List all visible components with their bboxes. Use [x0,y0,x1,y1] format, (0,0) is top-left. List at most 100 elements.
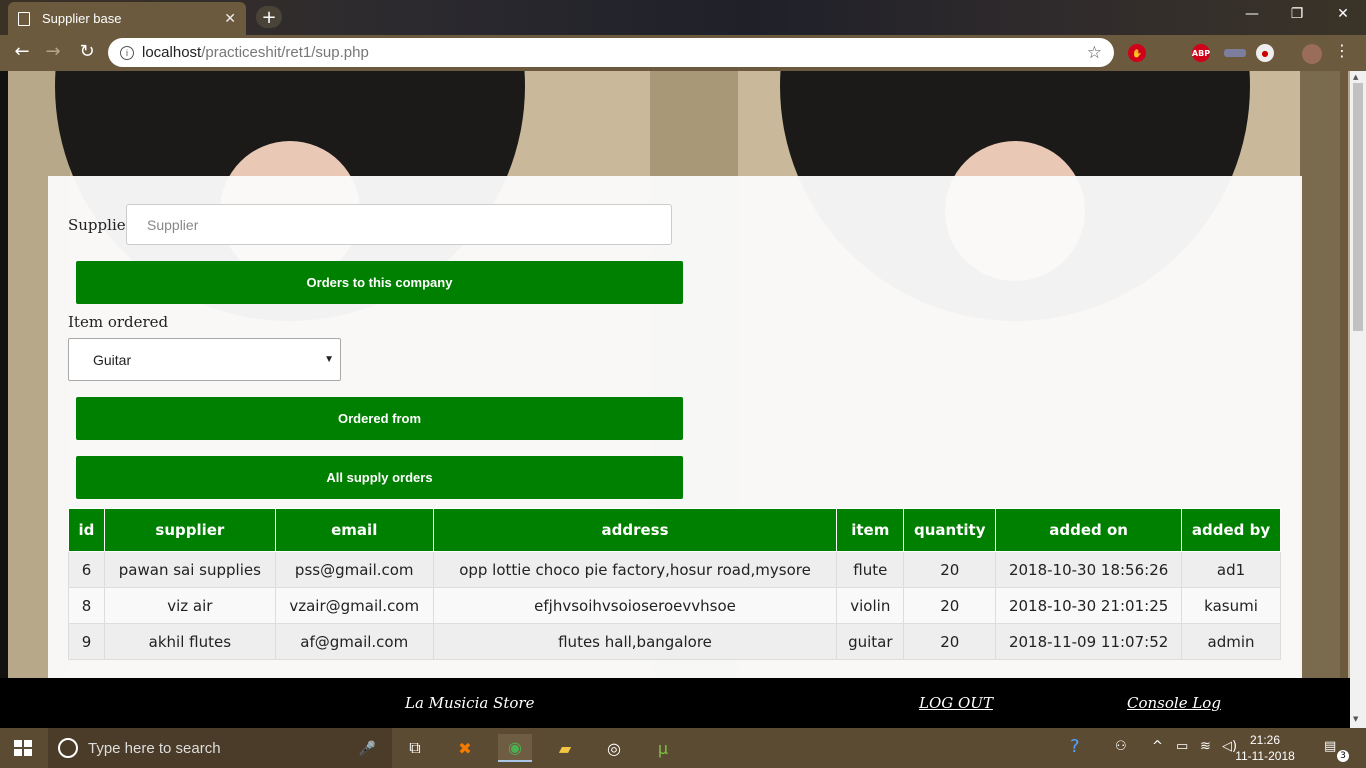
orders-to-company-button[interactable]: Orders to this company [76,261,683,304]
battery-icon[interactable]: ▭ [1176,739,1188,754]
page-icon [18,11,30,26]
menu-kebab-icon[interactable]: ⋮ [1330,41,1354,60]
cell-added-on: 2018-10-30 18:56:26 [995,551,1183,588]
wifi-icon[interactable]: ≋ [1200,739,1211,754]
cell-address: efjhvsoihvsoioseroevvhsoe [432,587,838,624]
windows-start-icon[interactable] [14,740,32,756]
browser-tab-strip: Supplier base ✕ + — ❐ ✕ [0,0,1366,35]
all-supply-orders-button[interactable]: All supply orders [76,456,683,499]
table-header-row: id supplier email address item quantity … [68,508,1281,552]
utorrent-icon[interactable]: μ [646,734,680,762]
windows-taskbar: Type here to search 🎤 ⧉ ✖ ◉ ▰ ◎ μ ? ⚇ ^ … [0,728,1366,768]
browser-tab[interactable]: Supplier base ✕ [8,2,246,35]
back-icon[interactable]: ← [10,41,34,62]
cell-address: flutes hall,bangalore [432,623,838,660]
col-added-on: added on [995,508,1183,552]
cell-supplier: viz air [103,587,276,624]
scroll-up-icon[interactable]: ▲ [1353,73,1358,81]
cell-email: vzair@gmail.com [274,587,434,624]
reload-icon[interactable]: ↻ [75,41,99,62]
cell-added-by: kasumi [1181,587,1281,624]
browser-toolbar: ← → ↻ i localhost/practiceshit/ret1/sup.… [0,35,1366,71]
console-log-link[interactable]: Console Log [1127,694,1221,712]
minimize-icon[interactable]: — [1229,6,1275,22]
col-quantity: quantity [903,508,997,552]
supplier-input[interactable] [126,204,672,245]
people-icon[interactable]: ⚇ [1115,739,1127,754]
item-select[interactable]: Guitar ▼ [68,338,341,381]
tray-chevron-icon[interactable]: ^ [1152,739,1163,754]
cell-quantity: 20 [903,623,997,660]
help-icon[interactable]: ? [1070,736,1080,757]
taskbar-search-placeholder: Type here to search [88,739,221,757]
cortana-icon [58,738,78,758]
xampp-icon[interactable]: ✖ [448,734,482,762]
cell-address: opp lottie choco pie factory,hosur road,… [432,551,838,588]
cell-quantity: 20 [903,587,997,624]
cell-item: violin [836,587,905,624]
url-host: localhost [142,44,202,61]
supplier-panel: Supplier Orders to this company Item ord… [48,176,1302,678]
tab-title: Supplier base [42,11,122,26]
col-item: item [836,508,905,552]
file-explorer-icon[interactable]: ▰ [548,734,582,762]
cell-supplier: pawan sai supplies [103,551,276,588]
cell-supplier: akhil flutes [103,623,276,660]
cell-added-by: ad1 [1181,551,1281,588]
app-ring-icon[interactable]: ◎ [597,734,631,762]
forward-icon[interactable]: → [41,41,65,62]
col-address: address [432,508,838,552]
item-select-value: Guitar [93,351,132,368]
extension-stop-icon[interactable]: ✋ [1128,44,1146,62]
table-row: 6 pawan sai supplies pss@gmail.com opp l… [68,551,1281,588]
taskbar-clock[interactable]: 21:26 11-11-2018 [1230,732,1300,764]
clock-date: 11-11-2018 [1235,749,1295,763]
chrome-icon[interactable]: ◉ [498,734,532,762]
cell-item: flute [836,551,905,588]
cell-id: 9 [68,623,105,660]
supplier-label: Supplier [68,216,133,234]
address-bar[interactable]: i localhost/practiceshit/ret1/sup.php ☆ [108,38,1114,67]
cell-added-by: admin [1181,623,1281,660]
logout-link[interactable]: LOG OUT [919,694,993,712]
cell-email: af@gmail.com [274,623,434,660]
page-footer: La Musicia Store LOG OUT Console Log [0,678,1350,728]
cell-quantity: 20 [903,551,997,588]
microphone-icon[interactable]: 🎤 [359,740,376,757]
new-tab-button[interactable]: + [256,6,282,28]
site-info-icon[interactable]: i [120,45,134,60]
cell-id: 8 [68,587,105,624]
scrollbar-thumb[interactable] [1353,83,1363,331]
col-email: email [274,508,434,552]
tab-close-icon[interactable]: ✕ [224,11,236,27]
ordered-from-button[interactable]: Ordered from [76,397,683,440]
store-name: La Musicia Store [405,694,535,712]
col-id: id [68,508,105,552]
notifications-icon[interactable]: ▤ [1324,739,1336,754]
cell-id: 6 [68,551,105,588]
cell-added-on: 2018-11-09 11:07:52 [995,623,1183,660]
url-path: /practiceshit/ret1/sup.php [201,44,369,61]
cell-email: pss@gmail.com [274,551,434,588]
supply-orders-table: id supplier email address item quantity … [68,508,1281,660]
bookmark-star-icon[interactable]: ☆ [1087,43,1102,63]
profile-avatar[interactable] [1302,44,1322,64]
restore-icon[interactable]: ❐ [1274,6,1320,22]
cell-item: guitar [836,623,905,660]
extension-icon[interactable] [1224,49,1246,57]
adblock-icon[interactable]: ABP [1192,44,1210,62]
col-supplier: supplier [103,508,276,552]
task-view-icon[interactable]: ⧉ [398,734,432,762]
notification-count-badge: 3 [1337,750,1349,762]
page-scrollbar[interactable]: ▲ ▼ [1350,71,1366,728]
window-close-icon[interactable]: ✕ [1320,6,1366,22]
clock-time: 21:26 [1249,733,1281,747]
table-row: 8 viz air vzair@gmail.com efjhvsoihvsoio… [68,587,1281,624]
extension-shield-icon[interactable]: ● [1256,44,1274,62]
page-viewport: Supplier Orders to this company Item ord… [0,71,1350,728]
dropdown-arrow-icon: ▼ [324,354,334,365]
col-added-by: added by [1181,508,1281,552]
item-ordered-label: Item ordered [68,313,169,331]
scroll-down-icon[interactable]: ▼ [1353,715,1358,723]
taskbar-search[interactable]: Type here to search 🎤 [48,728,392,768]
